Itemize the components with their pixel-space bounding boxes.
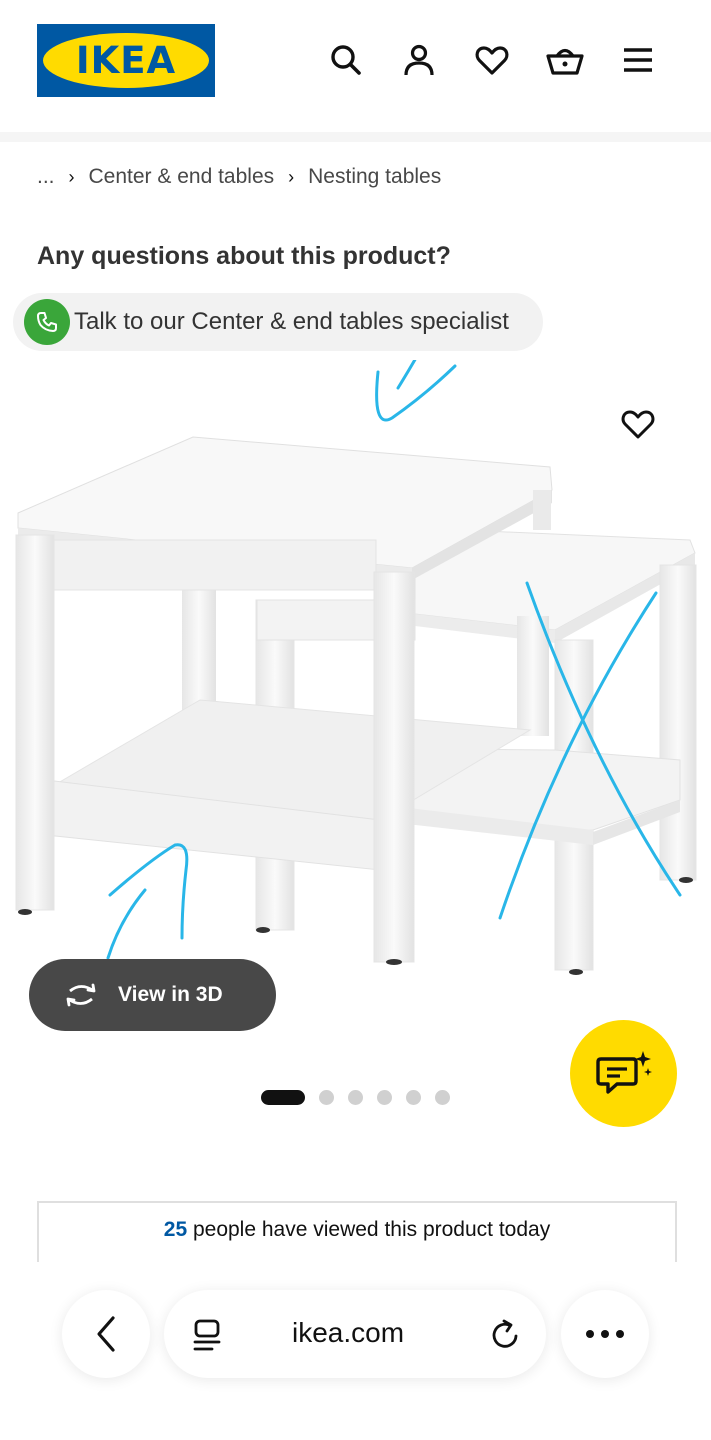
support-question: Any questions about this product? <box>37 242 451 270</box>
ikea-logo[interactable]: IKEA ® <box>37 24 215 97</box>
favorites-icon[interactable] <box>472 40 512 80</box>
chevron-right-icon: › <box>68 166 75 187</box>
view-in-3d-button[interactable]: View in 3D <box>29 959 276 1031</box>
carousel-dot[interactable] <box>435 1090 450 1105</box>
product-image[interactable] <box>0 258 711 1060</box>
account-icon[interactable] <box>399 40 439 80</box>
chat-sparkle-icon <box>595 1050 652 1094</box>
carousel-dot[interactable] <box>348 1090 363 1105</box>
basket-icon[interactable] <box>545 40 585 80</box>
viewers-notice: 25 people have viewed this product today <box>37 1201 677 1263</box>
chevron-right-icon: › <box>288 166 295 187</box>
browser-toolbar: ikea.com <box>0 1262 711 1440</box>
carousel-dot[interactable] <box>377 1090 392 1105</box>
talk-to-specialist-button[interactable]: Talk to our Center & end tables speciali… <box>13 293 543 351</box>
breadcrumb: ... › Center & end tables › Nesting tabl… <box>37 165 441 189</box>
more-dots-icon <box>586 1330 624 1338</box>
breadcrumb-item-nesting-tables[interactable]: Nesting tables <box>308 165 441 189</box>
specialist-label: Talk to our Center & end tables speciali… <box>74 308 509 335</box>
reload-icon[interactable] <box>490 1318 522 1352</box>
chat-assistant-button[interactable] <box>570 1020 677 1127</box>
viewers-text: people have viewed this product today <box>192 1218 551 1241</box>
add-to-favorites-button[interactable] <box>614 400 662 448</box>
rotate-3d-icon <box>66 983 96 1007</box>
tabs-icon <box>193 1319 221 1351</box>
header-divider <box>0 132 711 142</box>
registered-mark: ® <box>201 42 207 51</box>
logo-text: IKEA <box>75 39 177 82</box>
phone-icon <box>24 299 70 345</box>
carousel-dot[interactable] <box>406 1090 421 1105</box>
menu-icon[interactable] <box>618 40 658 80</box>
carousel-dot[interactable] <box>319 1090 334 1105</box>
url-text: ikea.com <box>292 1317 405 1348</box>
viewers-count: 25 <box>163 1218 188 1241</box>
nesting-tables-illustration <box>15 258 697 975</box>
breadcrumb-ellipsis[interactable]: ... <box>37 165 55 189</box>
browser-back-button[interactable] <box>62 1290 150 1378</box>
browser-more-button[interactable] <box>561 1290 649 1378</box>
chevron-left-icon <box>97 1316 115 1352</box>
site-header: IKEA ® <box>0 0 711 132</box>
image-carousel-indicator <box>261 1090 464 1105</box>
view-in-3d-label: View in 3D <box>118 983 223 1006</box>
carousel-dot-active[interactable] <box>261 1090 305 1105</box>
heart-icon <box>621 410 655 439</box>
address-bar[interactable]: ikea.com <box>164 1290 546 1378</box>
search-icon[interactable] <box>326 40 366 80</box>
breadcrumb-item-center-end-tables[interactable]: Center & end tables <box>89 165 275 189</box>
